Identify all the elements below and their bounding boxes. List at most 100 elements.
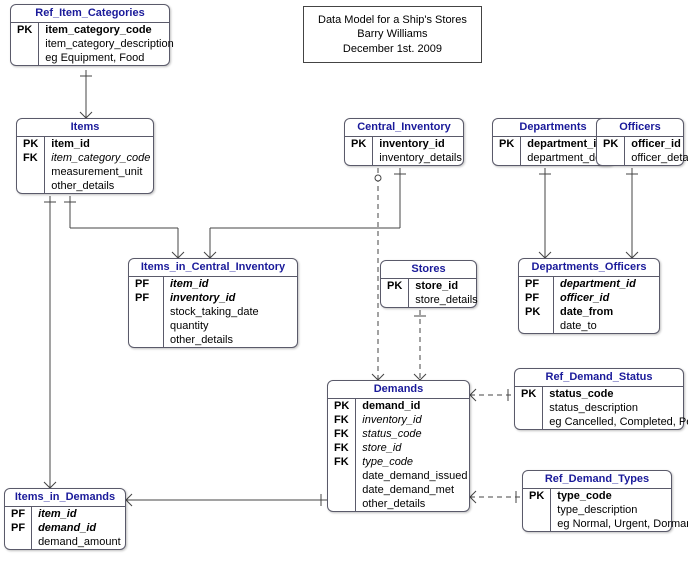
entity-title: Officers	[597, 119, 683, 137]
key-indicator	[129, 319, 164, 333]
attribute-name: inventory_details	[373, 151, 468, 165]
entity-attribute-row: PKitem_category_code	[11, 23, 180, 37]
entity-title: Items_in_Central_Inventory	[129, 259, 297, 277]
entity-attribute-row: date_demand_issued	[328, 469, 473, 483]
attribute-name: officer_id	[554, 291, 660, 305]
entity-title: Demands	[328, 381, 469, 399]
entity-attribute-row: FKstore_id	[328, 441, 473, 455]
key-indicator: PK	[523, 489, 551, 503]
attribute-name: officer_id	[625, 137, 688, 151]
entity-title: Ref_Demand_Status	[515, 369, 683, 387]
key-indicator: PK	[345, 137, 373, 151]
entity-title: Central_Inventory	[345, 119, 463, 137]
entity-attribute-row: FKitem_category_code	[17, 151, 156, 165]
key-indicator	[519, 319, 554, 333]
entity-items: Items PKitem_idFKitem_category_codemeasu…	[16, 118, 154, 194]
key-indicator: FK	[328, 455, 356, 469]
key-indicator: PF	[129, 277, 164, 291]
key-indicator	[515, 415, 543, 429]
entity-attribute-row: PFdemand_id	[5, 521, 127, 535]
entity-attribute-row: other_details	[328, 497, 473, 511]
attribute-name: item_id	[32, 507, 127, 521]
attribute-name: status_description	[543, 401, 688, 415]
entity-attribute-row: eg Equipment, Food	[11, 51, 180, 65]
key-indicator: PF	[129, 291, 164, 305]
entity-attribute-row: FKinventory_id	[328, 413, 473, 427]
attribute-name: department_id	[554, 277, 660, 291]
key-indicator: FK	[328, 441, 356, 455]
key-indicator	[328, 497, 356, 511]
attribute-name: eg Normal, Urgent, Dormant	[551, 517, 688, 531]
attribute-name: type_description	[551, 503, 688, 517]
attribute-name: item_category_code	[39, 23, 180, 37]
entity-attribute-row: PKtype_code	[523, 489, 688, 503]
entity-attribute-row: PKinventory_id	[345, 137, 468, 151]
attribute-name: date_demand_issued	[356, 469, 474, 483]
attribute-name: item_id	[45, 137, 157, 151]
key-indicator	[328, 483, 356, 497]
key-indicator: PF	[5, 507, 32, 521]
entity-attribute-row: eg Normal, Urgent, Dormant	[523, 517, 688, 531]
entity-attribute-row: PKofficer_id	[597, 137, 688, 151]
key-indicator	[11, 37, 39, 51]
attribute-name: item_category_code	[45, 151, 157, 165]
entity-attribute-row: type_description	[523, 503, 688, 517]
entity-attribute-row: quantity	[129, 319, 297, 333]
entity-title: Departments	[493, 119, 613, 137]
entity-attribute-row: date_to	[519, 319, 659, 333]
key-indicator	[129, 305, 164, 319]
attribute-name: inventory_id	[356, 413, 474, 427]
entity-ref-demand-status: Ref_Demand_Status PKstatus_codestatus_de…	[514, 368, 684, 430]
key-indicator: PK	[381, 279, 409, 293]
entity-attribute-row: other_details	[129, 333, 297, 347]
key-indicator: PK	[515, 387, 543, 401]
key-indicator	[597, 151, 625, 165]
key-indicator	[129, 333, 164, 347]
entity-attribute-row: PFinventory_id	[129, 291, 297, 305]
entity-items-in-demands: Items_in_Demands PFitem_idPFdemand_iddem…	[4, 488, 126, 550]
attribute-name: other_details	[356, 497, 474, 511]
entity-title: Departments_Officers	[519, 259, 659, 277]
attribute-name: status_code	[543, 387, 688, 401]
entity-attribute-row: PFdepartment_id	[519, 277, 659, 291]
attribute-name: date_to	[554, 319, 660, 333]
entity-central-inventory: Central_Inventory PKinventory_idinventor…	[344, 118, 464, 166]
entity-stores: Stores PKstore_idstore_details	[380, 260, 477, 308]
attribute-name: demand_id	[356, 399, 474, 413]
attribute-name: other_details	[164, 333, 298, 347]
attribute-name: measurement_unit	[45, 165, 157, 179]
entity-title: Stores	[381, 261, 476, 279]
entity-attribute-row: FKtype_code	[328, 455, 473, 469]
key-indicator	[523, 503, 551, 517]
attribute-name: other_details	[45, 179, 157, 193]
key-indicator: PF	[519, 291, 554, 305]
entity-attribute-row: PKstatus_code	[515, 387, 688, 401]
entity-ref-demand-types: Ref_Demand_Types PKtype_codetype_descrip…	[522, 470, 672, 532]
entity-demands: Demands PKdemand_idFKinventory_idFKstatu…	[327, 380, 470, 512]
key-indicator	[5, 535, 32, 549]
key-indicator: PF	[5, 521, 32, 535]
key-indicator	[493, 151, 521, 165]
attribute-name: stock_taking_date	[164, 305, 298, 319]
entity-title: Ref_Demand_Types	[523, 471, 671, 489]
entity-attribute-row: store_details	[381, 293, 484, 307]
attribute-name: eg Equipment, Food	[39, 51, 180, 65]
attribute-name: date_demand_met	[356, 483, 474, 497]
key-indicator	[328, 469, 356, 483]
attribute-name: date_from	[554, 305, 660, 319]
entity-attribute-row: PKitem_id	[17, 137, 156, 151]
title-line3: December 1st. 2009	[318, 42, 467, 56]
key-indicator	[381, 293, 409, 307]
entity-attribute-row: PKdate_from	[519, 305, 659, 319]
attribute-name: demand_amount	[32, 535, 127, 549]
entity-attribute-row: PKstore_id	[381, 279, 484, 293]
key-indicator: PK	[17, 137, 45, 151]
key-indicator: PK	[519, 305, 554, 319]
attribute-name: item_id	[164, 277, 298, 291]
title-line2: Barry Williams	[318, 27, 467, 41]
entity-attribute-row: eg Cancelled, Completed, Pending	[515, 415, 688, 429]
key-indicator: PF	[519, 277, 554, 291]
entity-attribute-row: PFitem_id	[5, 507, 127, 521]
attribute-name: quantity	[164, 319, 298, 333]
attribute-name: officer_details	[625, 151, 688, 165]
